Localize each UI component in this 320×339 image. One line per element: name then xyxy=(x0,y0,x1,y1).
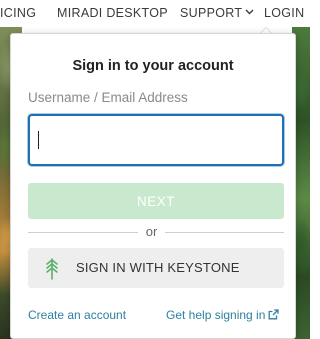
help-signing-in-link[interactable]: Get help signing in xyxy=(166,308,280,322)
nav-miradi-desktop[interactable]: MIRADI DESKTOP xyxy=(57,6,168,20)
next-button[interactable]: NEXT xyxy=(28,183,284,219)
help-signing-in-label: Get help signing in xyxy=(166,308,266,322)
external-link-icon xyxy=(268,309,280,320)
create-account-link[interactable]: Create an account xyxy=(28,308,126,322)
sign-in-dropdown: Sign in to your account Username / Email… xyxy=(10,33,296,339)
keystone-tree-icon xyxy=(46,258,58,280)
nav-support[interactable]: SUPPORT xyxy=(180,6,254,20)
sign-in-with-keystone-button[interactable]: SIGN IN WITH KEYSTONE xyxy=(28,248,284,288)
chevron-down-icon xyxy=(245,9,254,15)
nav-support-label: SUPPORT xyxy=(180,6,243,20)
divider-or: or xyxy=(145,224,158,239)
text-cursor xyxy=(38,131,39,149)
username-label: Username / Email Address xyxy=(28,90,188,105)
nav-login[interactable]: LOGIN xyxy=(264,6,304,20)
sign-in-title: Sign in to your account xyxy=(72,58,234,74)
username-input[interactable] xyxy=(28,114,284,166)
keystone-button-label: SIGN IN WITH KEYSTONE xyxy=(76,260,240,275)
divider-line-right xyxy=(165,232,284,233)
nav-pricing[interactable]: ICING xyxy=(0,6,36,20)
divider-line-left xyxy=(28,232,138,233)
top-navigation: ICING MIRADI DESKTOP SUPPORT LOGIN xyxy=(0,0,310,27)
